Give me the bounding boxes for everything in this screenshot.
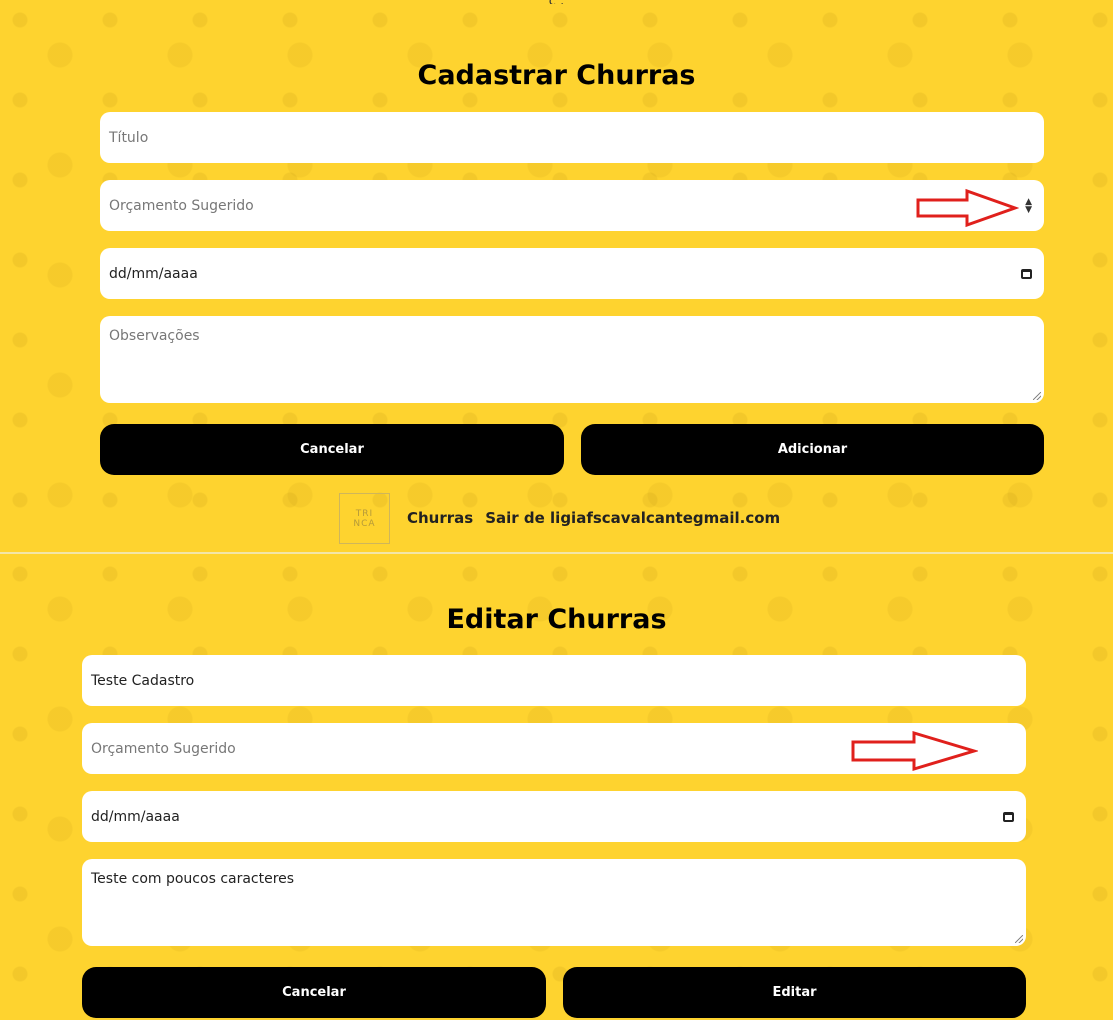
- data-placeholder: dd/mm/aaaa: [109, 265, 198, 282]
- page-title-editar: Editar Churras: [446, 604, 667, 635]
- brand-logo[interactable]: TRI NCA: [339, 493, 390, 544]
- cut-off-header-text: ç ,: [0, 0, 1113, 4]
- orcamento-placeholder-edit: Orçamento Sugerido: [91, 740, 236, 757]
- nav-link-logout[interactable]: Sair de ligiafscavalcantegmail.com: [485, 509, 780, 527]
- data-input-edit[interactable]: dd/mm/aaaa: [82, 791, 1026, 842]
- cancel-button-edit[interactable]: Cancelar: [82, 967, 546, 1018]
- cadastrar-panel: ç , Cadastrar Churras Título Orçamento S…: [0, 0, 1113, 552]
- page-title-cadastrar: Cadastrar Churras: [417, 60, 696, 91]
- calendar-icon[interactable]: [1021, 268, 1032, 279]
- orcamento-placeholder: Orçamento Sugerido: [109, 197, 254, 214]
- arrow-annotation-icon: [916, 188, 1019, 228]
- data-input[interactable]: dd/mm/aaaa: [100, 248, 1044, 299]
- editar-panel: Editar Churras Teste Cadastro Orçamento …: [0, 554, 1113, 1020]
- cancel-button[interactable]: Cancelar: [100, 424, 564, 475]
- data-placeholder-edit: dd/mm/aaaa: [91, 808, 180, 825]
- titulo-placeholder: Título: [109, 129, 149, 146]
- calendar-icon[interactable]: [1003, 811, 1014, 822]
- orcamento-input[interactable]: Orçamento Sugerido ▲ ▼: [100, 180, 1044, 231]
- titulo-input-edit[interactable]: Teste Cadastro: [82, 655, 1026, 706]
- titulo-value: Teste Cadastro: [91, 672, 195, 689]
- observacoes-textarea-edit[interactable]: Teste com poucos caracteres: [82, 859, 1026, 946]
- edit-button[interactable]: Editar: [563, 967, 1026, 1018]
- observacoes-placeholder: Observações: [109, 328, 200, 344]
- number-spinner-icon[interactable]: ▲ ▼: [1025, 197, 1032, 214]
- observacoes-textarea[interactable]: Observações: [100, 316, 1044, 403]
- resize-handle-icon[interactable]: [1015, 935, 1023, 943]
- nav-link-churras[interactable]: Churras: [407, 509, 473, 527]
- arrow-annotation-icon: [851, 730, 978, 772]
- footer-nav: Churras Sair de ligiafscavalcantegmail.co…: [407, 509, 792, 527]
- resize-handle-icon[interactable]: [1033, 392, 1041, 400]
- titulo-input[interactable]: Título: [100, 112, 1044, 163]
- observacoes-value: Teste com poucos caracteres: [91, 871, 295, 887]
- add-button[interactable]: Adicionar: [581, 424, 1044, 475]
